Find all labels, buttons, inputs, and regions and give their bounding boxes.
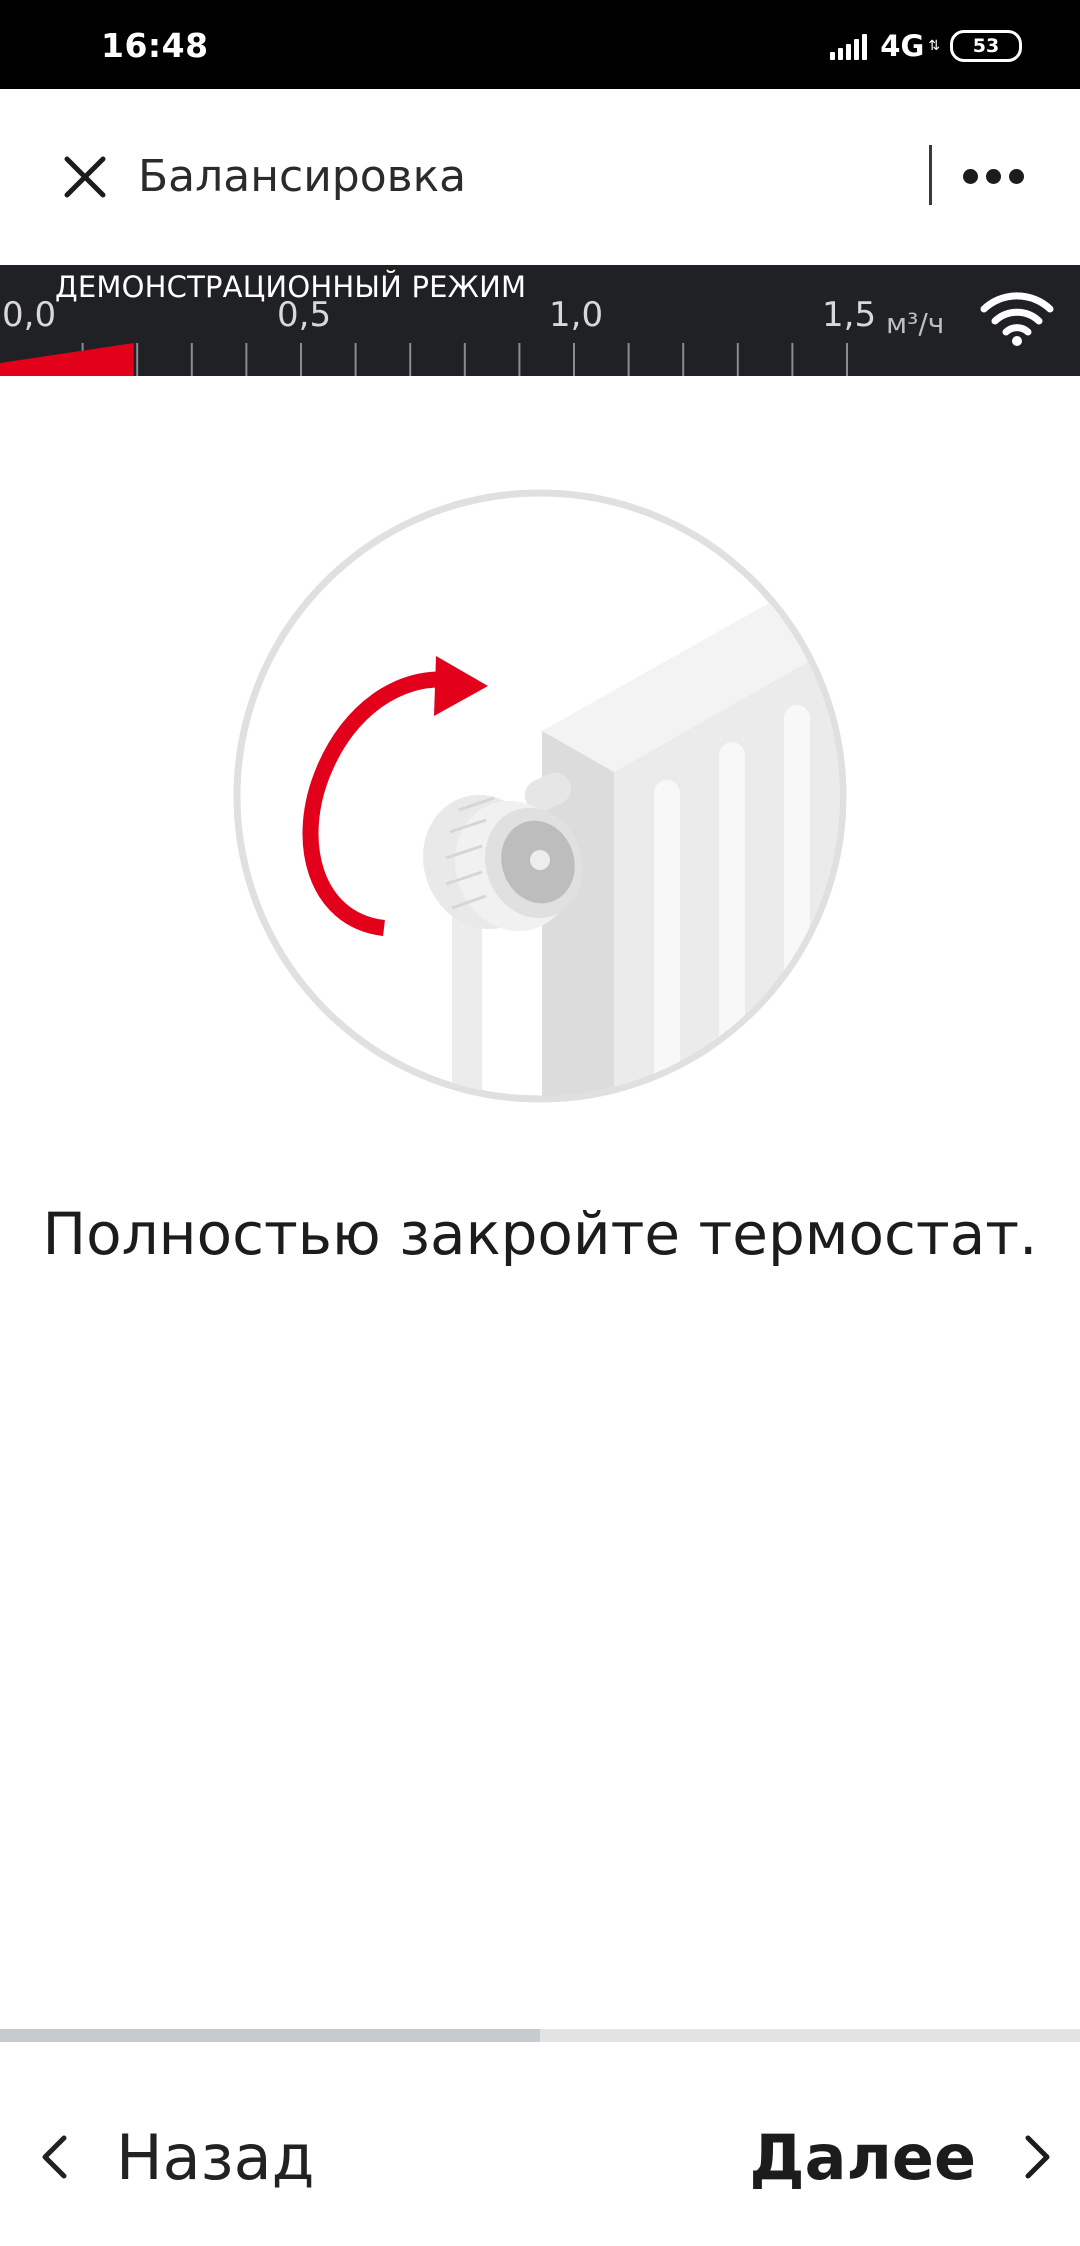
- wifi-icon: [980, 292, 1054, 346]
- more-icon-dot: [962, 168, 978, 184]
- network-type: 4G: [880, 29, 925, 63]
- close-icon: [64, 156, 106, 198]
- status-bar: 16:48 4G ⇅ 53: [0, 0, 1080, 89]
- page-title: Балансировка: [138, 151, 467, 202]
- data-arrows-icon: ⇅: [928, 38, 940, 54]
- tick-label-2: 1,0: [549, 295, 604, 335]
- more-menu-button[interactable]: [948, 151, 1038, 201]
- signal-icon: [830, 32, 870, 60]
- next-button[interactable]: Далее: [749, 2102, 1052, 2212]
- next-label: Далее: [749, 2120, 976, 2194]
- instruction-text: Полностью закройте термостат.: [42, 1200, 1038, 1268]
- app-bar: Балансировка: [0, 89, 1080, 265]
- flow-indicator: [0, 343, 134, 376]
- step-progress-fill: [0, 2029, 540, 2042]
- status-time: 16:48: [101, 26, 209, 65]
- step-progress: [0, 2029, 1080, 2042]
- back-button[interactable]: Назад: [40, 2102, 314, 2212]
- radiator-thermostat-icon: [233, 489, 847, 1103]
- bottom-nav: Назад Далее: [0, 2042, 1080, 2246]
- battery-level: 53: [972, 35, 1000, 57]
- flow-scale: ДЕМОНСТРАЦИОННЫЙ РЕЖИМ 0,0 0,5 1,0 1,5 м…: [0, 265, 1080, 376]
- tick-label-1: 0,5: [277, 295, 332, 335]
- flow-unit: м³/ч: [886, 307, 945, 340]
- more-icon-dot: [1008, 168, 1024, 184]
- close-button[interactable]: [50, 137, 120, 217]
- chevron-right-icon: [1025, 2135, 1050, 2179]
- back-label: Назад: [116, 2120, 315, 2194]
- battery-icon: 53: [950, 30, 1022, 62]
- toolbar-divider: [929, 145, 932, 205]
- status-icons: 4G ⇅ 53: [830, 26, 1022, 66]
- chevron-left-icon: [42, 2135, 67, 2179]
- tick-label-0: 0,0: [2, 295, 57, 335]
- tick-label-3: 1,5: [822, 295, 877, 335]
- more-icon-dot: [985, 168, 1001, 184]
